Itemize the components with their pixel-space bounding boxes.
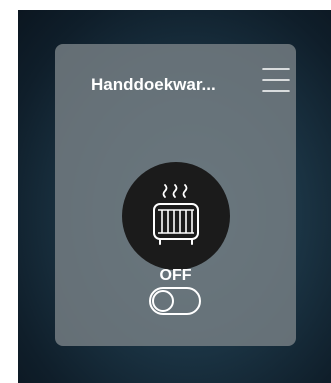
- state-label: OFF: [159, 267, 192, 284]
- device-card: Handdoekwar... OFF: [55, 44, 296, 346]
- towel-radiator-icon: [153, 184, 199, 245]
- device-title: Handdoekwar...: [91, 75, 216, 94]
- menu-icon[interactable]: [262, 66, 290, 94]
- device-button[interactable]: [122, 162, 230, 270]
- power-toggle[interactable]: [149, 287, 201, 315]
